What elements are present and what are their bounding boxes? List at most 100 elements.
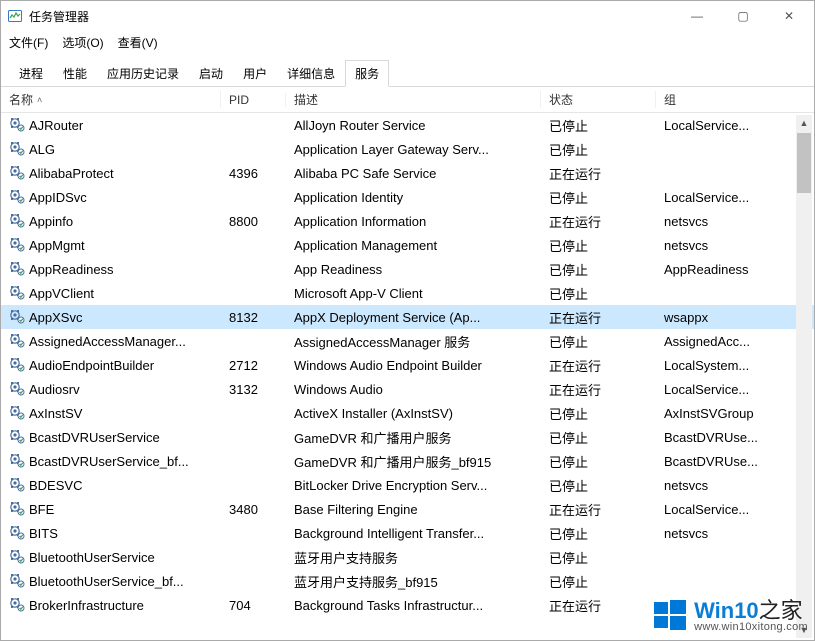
table-row[interactable]: AudioEndpointBuilder2712Windows Audio En… [1, 353, 814, 377]
sort-indicator-icon: ˄ [37, 95, 42, 105]
menu-file[interactable]: 文件(F) [9, 34, 48, 51]
table-row[interactable]: AppXSvc8132AppX Deployment Service (Ap..… [1, 305, 814, 329]
cell-name: BluetoothUserService_bf... [1, 572, 221, 591]
service-icon [9, 164, 25, 183]
cell-status: 已停止 [541, 332, 656, 351]
scroll-up-button[interactable]: ▲ [796, 115, 812, 131]
scroll-thumb[interactable] [797, 133, 811, 193]
table-row[interactable]: AppIDSvcApplication Identity已停止LocalServ… [1, 185, 814, 209]
cell-name: BcastDVRUserService_bf... [1, 452, 221, 471]
tab-3[interactable]: 启动 [189, 60, 233, 87]
service-icon [9, 404, 25, 423]
cell-status: 已停止 [541, 284, 656, 303]
window-title: 任务管理器 [29, 8, 89, 25]
cell-description: Application Information [286, 214, 541, 229]
cell-name: BluetoothUserService [1, 548, 221, 567]
table-row[interactable]: AppReadinessApp Readiness已停止AppReadiness [1, 257, 814, 281]
cell-name: AppIDSvc [1, 188, 221, 207]
table-body[interactable]: AJRouterAllJoyn Router Service已停止LocalSe… [1, 113, 814, 640]
cell-pid: 3132 [221, 382, 286, 397]
service-icon [9, 596, 25, 615]
tab-0[interactable]: 进程 [9, 60, 53, 87]
service-icon [9, 476, 25, 495]
service-icon [9, 188, 25, 207]
service-icon [9, 308, 25, 327]
cell-description: GameDVR 和广播用户服务_bf915 [286, 452, 541, 471]
tab-5[interactable]: 详细信息 [277, 60, 345, 87]
cell-status: 已停止 [541, 452, 656, 471]
cell-description: App Readiness [286, 262, 541, 277]
column-header-description[interactable]: 描述 [286, 91, 541, 108]
table-row[interactable]: BDESVCBitLocker Drive Encryption Serv...… [1, 473, 814, 497]
cell-description: 蓝牙用户支持服务_bf915 [286, 572, 541, 591]
service-name: AppXSvc [29, 310, 82, 325]
menu-options[interactable]: 选项(O) [62, 34, 103, 51]
scroll-down-button[interactable]: ▼ [796, 622, 812, 638]
table-row[interactable]: AxInstSVActiveX Installer (AxInstSV)已停止A… [1, 401, 814, 425]
cell-status: 已停止 [541, 572, 656, 591]
table-row[interactable]: Audiosrv3132Windows Audio正在运行LocalServic… [1, 377, 814, 401]
table-row[interactable]: AppVClient Microsoft App-V Client已停止 [1, 281, 814, 305]
cell-name: BcastDVRUserService [1, 428, 221, 447]
vertical-scrollbar[interactable]: ▲ ▼ [796, 115, 812, 638]
cell-name: AJRouter [1, 116, 221, 135]
table-row[interactable]: BluetoothUserService蓝牙用户支持服务已停止 [1, 545, 814, 569]
table-row[interactable]: ALGApplication Layer Gateway Serv...已停止 [1, 137, 814, 161]
menu-view[interactable]: 查看(V) [118, 34, 158, 51]
column-header-pid[interactable]: PID [221, 93, 286, 107]
cell-description: Windows Audio Endpoint Builder [286, 358, 541, 373]
service-name: AppReadiness [29, 262, 114, 277]
cell-name: AppXSvc [1, 308, 221, 327]
services-table: 名称 ˄ PID 描述 状态 组 AJRouter AllJoyn Router … [1, 87, 814, 640]
service-name: AlibabaProtect [29, 166, 114, 181]
cell-name: Audiosrv [1, 380, 221, 399]
column-header-name[interactable]: 名称 ˄ [1, 91, 221, 108]
service-icon [9, 452, 25, 471]
table-row[interactable]: BcastDVRUserService_bf... GameDVR 和广播用户服务… [1, 449, 814, 473]
cell-group: AxInstSVGroup [656, 406, 786, 421]
cell-description: Microsoft App-V Client [286, 286, 541, 301]
cell-group: netsvcs [656, 526, 786, 541]
cell-status: 已停止 [541, 476, 656, 495]
service-name: BITS [29, 526, 58, 541]
cell-status: 已停止 [541, 116, 656, 135]
cell-name: AxInstSV [1, 404, 221, 423]
column-header-group[interactable]: 组 [656, 91, 786, 108]
cell-group: netsvcs [656, 478, 786, 493]
cell-name: AppVClient [1, 284, 221, 303]
close-button[interactable]: ✕ [766, 1, 812, 31]
table-row[interactable]: BITSBackground Intelligent Transfer...已停… [1, 521, 814, 545]
cell-description: Application Identity [286, 190, 541, 205]
cell-description: Application Layer Gateway Serv... [286, 142, 541, 157]
titlebar[interactable]: 任务管理器 — ▢ ✕ [1, 1, 814, 31]
cell-description: Alibaba PC Safe Service [286, 166, 541, 181]
table-row[interactable]: AppMgmtApplication Management已停止netsvcs [1, 233, 814, 257]
service-name: BrokerInfrastructure [29, 598, 144, 613]
cell-description: 蓝牙用户支持服务 [286, 548, 541, 567]
tab-6[interactable]: 服务 [345, 60, 389, 87]
cell-group: netsvcs [656, 214, 786, 229]
table-header: 名称 ˄ PID 描述 状态 组 [1, 87, 814, 113]
cell-name: ALG [1, 140, 221, 159]
table-row[interactable]: BFE3480Base Filtering Engine正在运行LocalSer… [1, 497, 814, 521]
task-manager-icon [7, 8, 23, 24]
tab-2[interactable]: 应用历史记录 [97, 60, 189, 87]
table-row[interactable]: Appinfo8800Application Information正在运行ne… [1, 209, 814, 233]
service-name: AppVClient [29, 286, 94, 301]
table-row[interactable]: AlibabaProtect4396Alibaba PC Safe Servic… [1, 161, 814, 185]
table-row[interactable]: AssignedAccessManager...AssignedAccessMa… [1, 329, 814, 353]
maximize-button[interactable]: ▢ [720, 1, 766, 31]
tab-4[interactable]: 用户 [233, 60, 277, 87]
cell-description: BitLocker Drive Encryption Serv... [286, 478, 541, 493]
table-row[interactable]: BcastDVRUserServiceGameDVR 和广播用户服务已停止Bca… [1, 425, 814, 449]
minimize-button[interactable]: — [674, 1, 720, 31]
table-row[interactable]: AJRouterAllJoyn Router Service已停止LocalSe… [1, 113, 814, 137]
column-header-status[interactable]: 状态 [541, 91, 656, 108]
cell-name: BFE [1, 500, 221, 519]
table-row[interactable]: BluetoothUserService_bf... 蓝牙用户支持服务_bf915… [1, 569, 814, 593]
service-icon [9, 140, 25, 159]
cell-description: AllJoyn Router Service [286, 118, 541, 133]
table-row[interactable]: BrokerInfrastructure704Background Tasks … [1, 593, 814, 617]
service-icon [9, 500, 25, 519]
tab-1[interactable]: 性能 [53, 60, 97, 87]
